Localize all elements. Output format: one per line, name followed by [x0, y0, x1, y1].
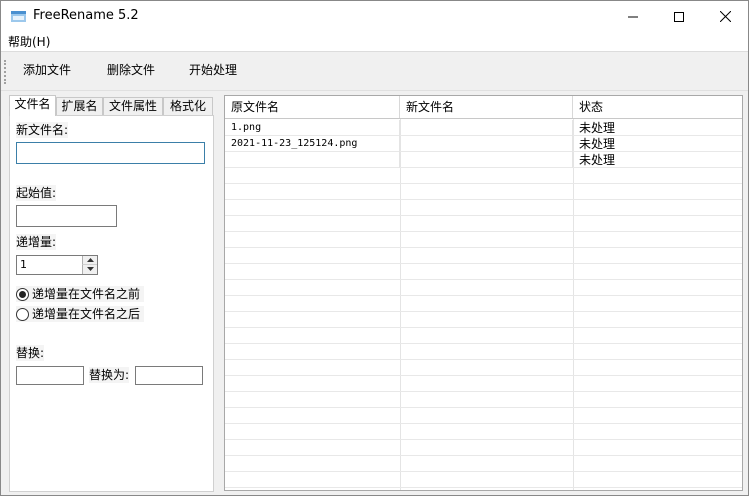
empty-row	[225, 312, 742, 328]
column-header-status[interactable]: 状态	[573, 96, 742, 118]
replace-from-input[interactable]	[16, 366, 84, 385]
filename-tab-panel: 新文件名: 起始值: 递增量: 1 递增量在文件名之前 递增量在文件名之后 替换…	[9, 115, 214, 492]
minimize-icon	[628, 16, 638, 17]
close-icon	[719, 11, 731, 22]
increment-down-button[interactable]	[82, 265, 97, 274]
cell-status: 未处理	[573, 152, 742, 168]
empty-row	[225, 248, 742, 264]
grid-header: 原文件名 新文件名 状态	[225, 96, 742, 119]
table-row[interactable]: 2021-11-23_125124.png 未处理	[225, 136, 742, 152]
start-value-input[interactable]	[16, 205, 117, 227]
menu-help[interactable]: 帮助(H)	[8, 34, 50, 50]
window-title: FreeRename 5.2	[33, 8, 139, 23]
cell-new-name	[400, 136, 573, 152]
cell-status: 未处理	[573, 120, 742, 136]
menu-bar: 帮助(H)	[1, 32, 748, 52]
empty-row	[225, 408, 742, 424]
radio-after-indicator	[16, 307, 29, 321]
start-value-label: 起始值:	[16, 185, 57, 201]
empty-row	[225, 216, 742, 232]
app-icon	[11, 11, 26, 22]
cell-new-name	[400, 120, 573, 136]
column-header-original[interactable]: 原文件名	[225, 96, 400, 118]
empty-row	[225, 184, 742, 200]
radio-increment-after[interactable]: 递增量在文件名之后	[16, 306, 145, 322]
table-row[interactable]: 未处理	[225, 152, 742, 168]
table-row[interactable]: 1.png 未处理	[225, 120, 742, 136]
new-name-label: 新文件名:	[16, 122, 69, 138]
cell-original-name	[225, 152, 400, 168]
title-bar[interactable]: FreeRename 5.2	[1, 1, 748, 32]
replace-label: 替换:	[16, 345, 45, 361]
increment-stepper[interactable]: 1	[16, 255, 98, 275]
maximize-button[interactable]	[656, 1, 702, 32]
empty-row	[225, 280, 742, 296]
minimize-button[interactable]	[610, 1, 656, 32]
radio-before-label: 递增量在文件名之前	[32, 287, 141, 301]
increment-up-button[interactable]	[82, 256, 97, 265]
empty-row	[225, 296, 742, 312]
empty-row	[225, 328, 742, 344]
maximize-icon	[674, 11, 684, 22]
file-list-grid[interactable]: 原文件名 新文件名 状态 1.png 未处理 2021-11-23_125124…	[224, 95, 743, 491]
replace-with-label: 替换为:	[89, 367, 130, 383]
toolbar: 添加文件 删除文件 开始处理	[1, 53, 748, 91]
increment-label: 递增量:	[16, 234, 57, 250]
arrow-up-icon	[87, 258, 94, 262]
column-header-new[interactable]: 新文件名	[400, 96, 573, 118]
empty-row	[225, 424, 742, 440]
start-process-button[interactable]: 开始处理	[187, 62, 239, 78]
cell-original-name: 2021-11-23_125124.png	[225, 136, 400, 152]
tab-extension[interactable]: 扩展名	[56, 97, 103, 115]
cell-new-name	[400, 152, 573, 168]
empty-row	[225, 392, 742, 408]
empty-row	[225, 472, 742, 488]
increment-value: 1	[20, 258, 27, 271]
close-button[interactable]	[702, 1, 748, 32]
empty-row	[225, 232, 742, 248]
empty-row	[225, 264, 742, 280]
empty-row	[225, 344, 742, 360]
empty-row	[225, 200, 742, 216]
tab-format[interactable]: 格式化	[163, 97, 213, 115]
empty-row	[225, 168, 742, 184]
radio-after-label: 递增量在文件名之后	[32, 307, 141, 321]
app-window: FreeRename 5.2 帮助(H) 添加文件 删除文件 开始处理 文件名 …	[0, 0, 749, 496]
empty-row	[225, 360, 742, 376]
empty-row	[225, 440, 742, 456]
cell-status: 未处理	[573, 136, 742, 152]
toolbar-grip[interactable]	[4, 60, 6, 84]
arrow-down-icon	[87, 267, 94, 271]
radio-before-indicator	[16, 287, 29, 301]
new-name-input[interactable]	[16, 142, 205, 164]
delete-file-button[interactable]: 删除文件	[105, 62, 157, 78]
empty-row	[225, 376, 742, 392]
empty-row	[225, 456, 742, 472]
radio-increment-before[interactable]: 递增量在文件名之前	[16, 286, 145, 302]
cell-original-name: 1.png	[225, 120, 400, 136]
tab-file-attributes[interactable]: 文件属性	[103, 97, 163, 115]
replace-to-input[interactable]	[135, 366, 203, 385]
tab-filename[interactable]: 文件名	[9, 95, 56, 116]
add-file-button[interactable]: 添加文件	[21, 62, 73, 78]
